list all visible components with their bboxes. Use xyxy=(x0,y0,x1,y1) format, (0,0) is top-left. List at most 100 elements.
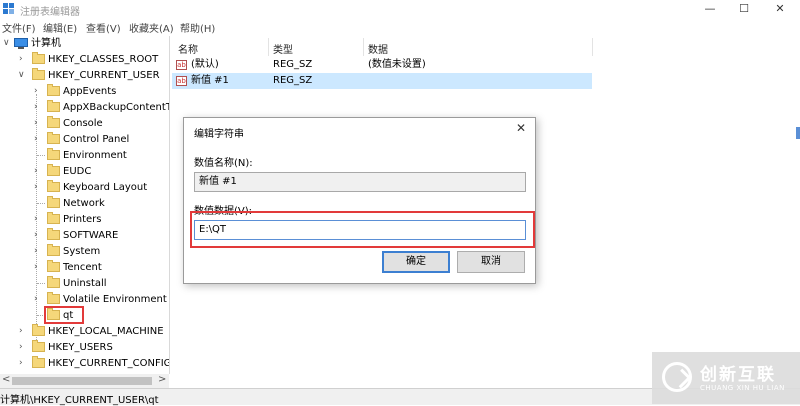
expand-icon[interactable]: › xyxy=(34,228,38,243)
value-type: REG_SZ xyxy=(273,59,313,70)
menu-file[interactable]: 文件(F) xyxy=(2,20,36,35)
menu-view[interactable]: 查看(V) xyxy=(86,20,121,35)
folder-icon xyxy=(32,52,45,64)
watermark-subtext: CHUANG XIN HU LIAN xyxy=(700,384,785,392)
value-row-new-value-1[interactable]: ab 新值 #1 REG_SZ xyxy=(172,73,592,89)
string-value-icon: ab xyxy=(176,76,187,86)
column-separator[interactable] xyxy=(363,38,364,56)
tree-item-label: HKEY_LOCAL_MACHINE xyxy=(48,326,164,337)
menu-help[interactable]: 帮助(H) xyxy=(180,20,215,35)
dialog-close-button[interactable]: ✕ xyxy=(513,121,529,137)
tree-item-label: SOFTWARE xyxy=(63,230,119,241)
value-data: (数值未设置) xyxy=(368,59,426,70)
folder-icon xyxy=(47,244,60,256)
cancel-button[interactable]: 取消 xyxy=(457,251,525,273)
expand-icon[interactable]: › xyxy=(34,116,38,131)
watermark-text: 创新互联 xyxy=(700,365,776,385)
tree-item-label: Keyboard Layout xyxy=(63,182,148,193)
expand-icon[interactable]: › xyxy=(34,100,38,115)
folder-icon xyxy=(47,148,60,160)
folder-icon xyxy=(47,132,60,144)
folder-icon xyxy=(47,180,60,192)
folder-icon xyxy=(47,276,60,288)
value-name-label: 数值名称(N): xyxy=(194,158,253,169)
highlight-box-qt xyxy=(44,306,84,324)
menu-bar: 文件(F) 编辑(E) 查看(V) 收藏夹(A) 帮助(H) xyxy=(0,19,800,35)
computer-icon xyxy=(14,38,28,49)
tree-item-label: HKEY_USERS xyxy=(48,342,113,353)
menu-favorites[interactable]: 收藏夹(A) xyxy=(129,20,174,35)
value-row-default[interactable]: ab (默认) REG_SZ (数值未设置) xyxy=(172,57,592,73)
registry-editor-icon xyxy=(3,3,14,14)
registry-tree: ∨ 计算机 › HKEY_CLASSES_ROOT ∨ HKEY_CURRENT… xyxy=(0,36,170,374)
scroll-right-arrow[interactable]: > xyxy=(158,374,166,385)
tree-item-label: System xyxy=(63,246,101,257)
minimize-button[interactable]: — xyxy=(692,0,728,18)
scroll-left-arrow[interactable]: < xyxy=(2,374,10,385)
collapse-icon[interactable]: ∨ xyxy=(18,68,25,83)
expand-icon[interactable]: › xyxy=(34,164,38,179)
menu-edit[interactable]: 编辑(E) xyxy=(43,20,77,35)
value-name: (默认) xyxy=(191,59,219,70)
expand-icon[interactable]: › xyxy=(19,324,23,339)
tree-connector xyxy=(37,203,45,204)
folder-icon xyxy=(47,260,60,272)
tree-item-label: Network xyxy=(63,198,105,209)
tree-connector xyxy=(37,283,45,284)
tree-item-label: HKEY_CURRENT_USER xyxy=(48,70,160,81)
folder-icon xyxy=(47,100,60,112)
folder-icon xyxy=(47,116,60,128)
expand-icon[interactable]: › xyxy=(34,260,38,275)
expand-icon[interactable]: › xyxy=(19,340,23,355)
close-window-button[interactable]: ✕ xyxy=(762,0,798,18)
ok-button[interactable]: 确定 xyxy=(382,251,450,273)
tree-item-label: Printers xyxy=(63,214,102,225)
tree-item-label: Uninstall xyxy=(63,278,107,289)
folder-icon xyxy=(47,228,60,240)
column-separator[interactable] xyxy=(592,38,593,56)
brand-logo-icon xyxy=(662,362,692,392)
tree-item-label: AppEvents xyxy=(63,86,117,97)
expand-icon[interactable]: › xyxy=(19,52,23,67)
expand-icon[interactable]: › xyxy=(34,212,38,227)
column-header-data[interactable]: 数据 xyxy=(368,41,388,56)
string-value-icon: ab xyxy=(176,60,187,70)
maximize-button[interactable]: ☐ xyxy=(726,0,762,18)
title-bar: 注册表编辑器 — ☐ ✕ xyxy=(0,0,800,18)
expand-icon[interactable]: › xyxy=(19,356,23,371)
collapse-icon[interactable]: ∨ xyxy=(3,36,10,51)
column-header-name[interactable]: 名称 xyxy=(178,41,198,56)
folder-icon xyxy=(47,84,60,96)
edit-string-dialog: 编辑字符串 ✕ 数值名称(N): 新值 #1 数值数据(V): E:\QT 确定… xyxy=(183,117,536,284)
tree-horizontal-scrollbar[interactable]: < > xyxy=(0,374,169,388)
folder-icon xyxy=(47,196,60,208)
tree-item-label: Console xyxy=(63,118,103,129)
value-name: 新值 #1 xyxy=(191,75,229,86)
folder-icon xyxy=(47,164,60,176)
tree-item-label: Volatile Environment xyxy=(63,294,167,305)
expand-icon[interactable]: › xyxy=(34,180,38,195)
column-header-type[interactable]: 类型 xyxy=(273,41,293,56)
tree-item-label: Tencent xyxy=(63,262,102,273)
column-separator[interactable] xyxy=(268,38,269,56)
folder-icon xyxy=(47,212,60,224)
expand-icon[interactable]: › xyxy=(34,84,38,99)
expand-icon[interactable]: › xyxy=(34,132,38,147)
tree-item-label: Control Panel xyxy=(63,134,130,145)
tree-item-label: HKEY_CLASSES_ROOT xyxy=(48,54,159,65)
value-type: REG_SZ xyxy=(273,75,313,86)
tree-connector xyxy=(37,155,45,156)
value-list-header: 名称 类型 数据 xyxy=(172,38,800,56)
tree-item-label: AppXBackupContentTy xyxy=(63,102,170,113)
tree-item-label: Environment xyxy=(63,150,127,161)
window-edge-indicator xyxy=(796,127,800,139)
expand-icon[interactable]: › xyxy=(34,292,38,307)
scrollbar-thumb[interactable] xyxy=(12,377,152,385)
folder-icon xyxy=(32,340,45,352)
highlight-box-data xyxy=(190,211,535,248)
folder-icon xyxy=(32,356,45,368)
expand-icon[interactable]: › xyxy=(34,244,38,259)
tree-item-label: HKEY_CURRENT_CONFIG xyxy=(48,358,170,369)
folder-open-icon xyxy=(32,68,45,80)
value-name-field[interactable]: 新值 #1 xyxy=(194,172,526,192)
